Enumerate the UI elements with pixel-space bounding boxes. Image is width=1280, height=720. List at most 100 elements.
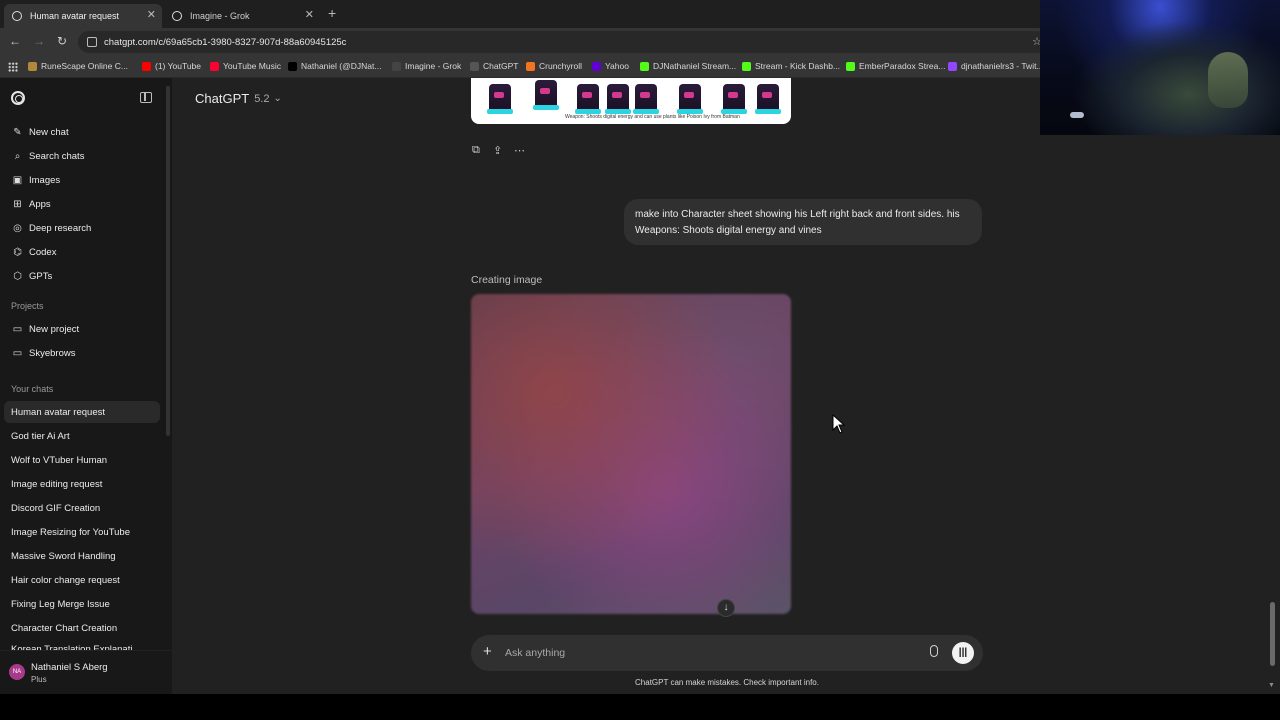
kick-icon (846, 61, 855, 71)
youtube-music-icon (210, 61, 219, 71)
boot-illustration (677, 84, 703, 114)
sidebar-item-deep-research[interactable]: ◎ Deep research (4, 217, 160, 239)
copy-icon[interactable]: ⧉ (472, 144, 480, 157)
browser-tab[interactable]: Imagine - Grok ✕ (164, 4, 320, 28)
browser-tab-active[interactable]: Human avatar request ✕ (4, 4, 162, 28)
bookmark-item[interactable]: djnathanielrs3 - Twit... (948, 61, 1044, 71)
apps-grid-icon[interactable] (8, 62, 18, 72)
bookmark-item[interactable]: Nathaniel (@DJNat... (288, 61, 381, 71)
codex-icon: ⌬ (13, 246, 22, 258)
bookmark-label: Yahoo (605, 61, 629, 71)
sidebar-item-apps[interactable]: ⊞ Apps (4, 193, 160, 215)
chat-history-item[interactable]: Discord GIF Creation (4, 497, 160, 519)
microphone-icon[interactable] (930, 645, 938, 657)
previous-generated-image[interactable]: Weapon: Shoots digital energy and can us… (471, 78, 791, 124)
user-name: Nathaniel S Aberg (31, 662, 108, 673)
openai-logo-icon[interactable] (11, 91, 25, 105)
close-tab-icon[interactable]: ✕ (147, 8, 156, 21)
user-message: make into Character sheet showing his Le… (624, 199, 982, 245)
sidebar-item-label: Apps (29, 198, 51, 210)
bookmark-label: Nathaniel (@DJNat... (301, 61, 382, 71)
kick-icon (640, 61, 649, 71)
grok-favicon-icon (172, 11, 182, 21)
new-chat-icon: ✎ (13, 126, 22, 138)
boot-illustration (487, 84, 513, 114)
chatgpt-favicon-icon (12, 11, 22, 21)
streamer-face (1208, 52, 1248, 108)
user-profile[interactable]: NA Nathaniel S Aberg Plus (0, 650, 172, 694)
bookmark-item[interactable]: RuneScape Online C... (28, 61, 128, 71)
chat-history-item[interactable]: Image editing request (4, 473, 160, 495)
bookmark-label: djnathanielrs3 - Twit... (961, 61, 1044, 71)
boot-illustration (533, 80, 559, 110)
site-info-icon[interactable] (87, 37, 97, 47)
sidebar-item-label: Codex (29, 246, 57, 258)
bookmark-item[interactable]: (1) YouTube (142, 61, 201, 71)
sidebar-item-new-chat[interactable]: ✎ New chat (4, 121, 160, 143)
project-item[interactable]: ▭ Skyebrows (4, 342, 160, 364)
project-item[interactable]: ▭ New project (4, 318, 160, 340)
sidebar-item-label: Deep research (29, 222, 92, 234)
project-label: New project (29, 323, 80, 335)
scroll-down-arrow-icon[interactable]: ▼ (1268, 682, 1275, 689)
forward-icon[interactable]: → (33, 34, 45, 48)
bookmark-item[interactable]: ChatGPT (470, 61, 518, 71)
bookmark-item[interactable]: Stream - Kick Dashb... (742, 61, 840, 71)
webcam-overlay (1040, 0, 1280, 135)
close-tab-icon[interactable]: ✕ (305, 8, 314, 21)
add-attachment-icon[interactable]: + (483, 643, 492, 660)
sidebar-item-label: GPTs (29, 270, 53, 282)
sidebar-item-gpts[interactable]: ⬡ GPTs (4, 265, 160, 287)
chat-history-item[interactable]: God tier Ai Art (4, 425, 160, 447)
chat-input[interactable] (505, 644, 905, 662)
chat-history-item[interactable]: Fixing Leg Merge Issue (4, 593, 160, 615)
chat-history-item[interactable]: Wolf to VTuber Human (4, 449, 160, 471)
chat-history-item[interactable]: Image Resizing for YouTube (4, 521, 160, 543)
chatgpt-icon (470, 61, 479, 71)
composer: + ||| (471, 635, 983, 671)
boot-illustration (721, 84, 747, 114)
sidebar-item-search-chats[interactable]: ⌕ Search chats (4, 145, 160, 167)
sidebar: ✎ New chat ⌕ Search chats ▣ Images ⊞ Apps ◎ Deep … (0, 78, 172, 694)
main-scrollbar[interactable] (1270, 602, 1275, 666)
yahoo-icon (592, 61, 601, 71)
bookmark-label: DJNathaniel Stream... (653, 61, 737, 71)
chat-history-item[interactable]: Human avatar request (4, 401, 160, 423)
sidebar-scrollbar[interactable] (166, 86, 170, 436)
new-tab-icon[interactable]: + (328, 5, 336, 21)
x-icon (288, 61, 297, 71)
sidebar-item-images[interactable]: ▣ Images (4, 169, 160, 191)
tab-title: Human avatar request (30, 11, 120, 21)
bookmark-item[interactable]: Yahoo (592, 61, 629, 71)
generating-image-placeholder (471, 294, 791, 614)
chat-history-item[interactable]: Hair color change request (4, 569, 160, 591)
address-bar[interactable]: chatgpt.com/c/69a65cb1-3980-8327-907d-88… (78, 31, 1048, 53)
bookmark-label: Imagine - Grok (405, 61, 462, 71)
bookmark-item[interactable]: Imagine - Grok (392, 61, 461, 71)
new-project-icon: ▭ (12, 323, 23, 335)
reload-icon[interactable]: ↻ (57, 34, 67, 48)
folder-icon: ▭ (12, 347, 23, 359)
bookmark-label: YouTube Music (223, 61, 281, 71)
sidebar-item-codex[interactable]: ⌬ Codex (4, 241, 160, 263)
model-selector[interactable]: ChatGPT 5.2 ⌄ (195, 91, 282, 106)
your-chats-heading: Your chats (11, 384, 54, 394)
chat-history-item[interactable]: Massive Sword Handling (4, 545, 160, 567)
chat-history-item[interactable]: Character Chart Creation (4, 617, 160, 639)
scroll-to-bottom-icon[interactable]: ↓ (717, 599, 735, 617)
bookmark-item[interactable]: EmberParadox Strea... (846, 61, 945, 71)
search-icon: ⌕ (14, 150, 21, 162)
bookmark-item[interactable]: DJNathaniel Stream... (640, 61, 736, 71)
share-icon[interactable]: ⇪ (493, 144, 502, 157)
back-icon[interactable]: ← (9, 34, 21, 48)
gpts-icon: ⬡ (13, 270, 22, 282)
more-options-icon[interactable]: ⋯ (514, 144, 525, 157)
sidebar-toggle-icon[interactable] (140, 92, 152, 103)
apps-icon: ⊞ (13, 198, 22, 210)
voice-mode-icon[interactable]: ||| (952, 642, 974, 664)
taskbar-area (0, 694, 1280, 720)
sidebar-item-label: Images (29, 174, 61, 186)
projects-heading: Projects (11, 301, 44, 311)
bookmark-item[interactable]: Crunchyroll (526, 61, 582, 71)
bookmark-item[interactable]: YouTube Music (210, 61, 281, 71)
